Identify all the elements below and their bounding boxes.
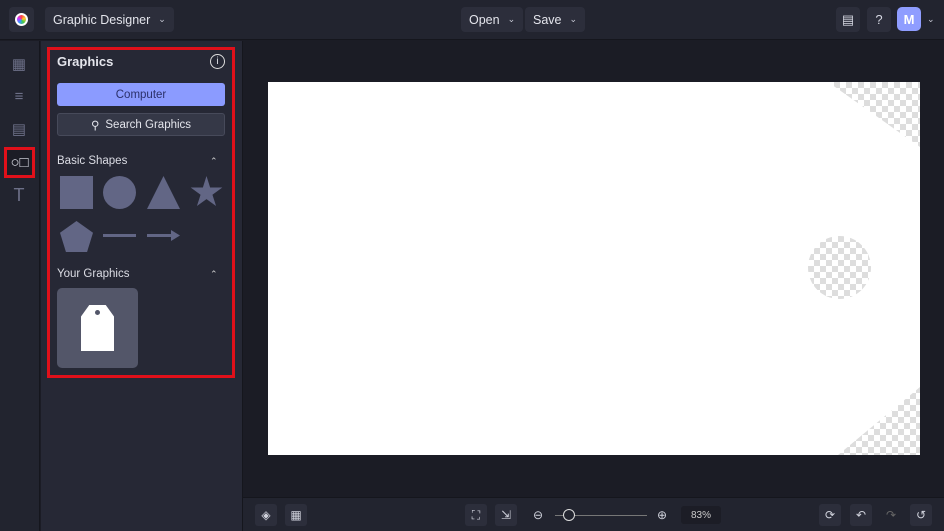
design-canvas[interactable] [268,82,920,455]
layout-icon[interactable]: ▤ [8,118,30,140]
app-logo[interactable] [9,7,34,32]
chevron-down-icon: ⌄ [569,14,578,24]
image-icon[interactable]: ▦ [8,53,30,75]
circle-shape[interactable] [103,176,136,209]
text-icon[interactable]: T [8,184,30,206]
basic-shapes-heading: Basic Shapes [57,155,128,167]
line-shape[interactable] [103,234,136,237]
zoom-in-icon[interactable]: ⊕ [651,504,673,526]
open-button[interactable]: Open ⌄ [461,7,524,32]
info-icon[interactable]: i [210,54,225,69]
transparent-circle [808,236,871,299]
arrow-shape[interactable] [147,234,175,237]
panel-title: Graphics [57,54,114,69]
square-shape[interactable] [60,176,93,209]
search-icon: ⚲ [90,119,100,132]
zoom-slider-handle[interactable] [563,509,575,521]
chevron-down-icon[interactable]: ⌄ [927,14,935,25]
shrink-icon[interactable]: ⇲ [495,504,517,526]
comment-icon[interactable]: ▤ [836,7,860,32]
graphics-icon[interactable]: ○□ [4,147,35,178]
history-icon[interactable]: ↺ [910,504,932,526]
chevron-up-icon[interactable]: ⌃ [210,269,218,280]
bottom-bar: ◈ ▦ ⛶ ⇲ ⊖ ⊕ 83% ⟳ ↶ ↷ ↺ [243,497,944,531]
save-button[interactable]: Save ⌄ [525,7,586,32]
transparent-corner [828,82,920,147]
mode-dropdown[interactable]: Graphic Designer ⌄ [45,7,174,32]
help-icon[interactable]: ? [867,7,891,32]
search-label: Search Graphics [105,118,192,131]
computer-button[interactable]: Computer [57,83,225,106]
open-label: Open [469,12,500,27]
chevron-up-icon[interactable]: ⌃ [210,156,218,167]
tag-icon [81,305,114,351]
zoom-out-icon[interactable]: ⊖ [527,504,549,526]
fit-screen-icon[interactable]: ⛶ [465,504,487,526]
layers-icon[interactable]: ◈ [255,504,277,526]
mode-label: Graphic Designer [53,12,151,27]
grid-icon[interactable]: ▦ [285,504,307,526]
save-label: Save [533,12,562,27]
undo-icon[interactable]: ↶ [850,504,872,526]
chevron-down-icon: ⌄ [507,14,516,24]
top-bar: Graphic Designer ⌄ Open ⌄ Save ⌄ ▤ ? M ⌄ [0,0,944,40]
your-graphics-heading: Your Graphics [57,268,130,280]
search-graphics-button[interactable]: ⚲ Search Graphics [57,113,225,136]
chevron-down-icon: ⌄ [158,14,166,24]
tag-graphic[interactable] [57,288,138,368]
tool-rail: ▦ ≡ ▤ ○□ T [0,41,40,531]
refresh-icon[interactable]: ⟳ [819,504,841,526]
avatar[interactable]: M [897,7,921,31]
transparent-corner [838,387,920,455]
redo-icon[interactable]: ↷ [880,504,902,526]
adjust-icon[interactable]: ≡ [8,85,30,107]
zoom-value[interactable]: 83% [681,506,721,524]
